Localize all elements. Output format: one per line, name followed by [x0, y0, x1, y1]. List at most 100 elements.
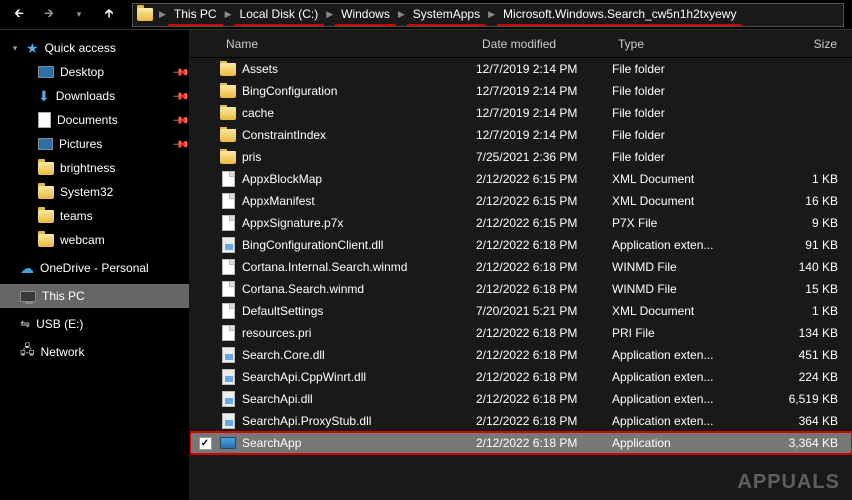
- column-checkbox[interactable]: [190, 30, 220, 57]
- file-name-cell: BingConfiguration: [220, 83, 476, 99]
- file-name: resources.pri: [242, 326, 311, 340]
- pin-icon: 📌: [171, 86, 190, 107]
- dll-icon: [220, 369, 236, 385]
- cloud-icon: ☁: [20, 260, 34, 277]
- file-row[interactable]: Cortana.Search.winmd2/12/2022 6:18 PMWIN…: [190, 278, 852, 300]
- file-icon: [220, 303, 236, 319]
- folder-icon: [38, 162, 54, 175]
- file-row[interactable]: pris7/25/2021 2:36 PMFile folder: [190, 146, 852, 168]
- star-icon: ★: [26, 40, 39, 57]
- documents-icon: [38, 112, 51, 128]
- sidebar-usb[interactable]: ⇋ USB (E:): [0, 312, 189, 336]
- sidebar-item[interactable]: Documents📌: [0, 108, 189, 132]
- file-type: PRI File: [612, 326, 732, 340]
- file-name: DefaultSettings: [242, 304, 323, 318]
- file-row[interactable]: ConstraintIndex12/7/2019 2:14 PMFile fol…: [190, 124, 852, 146]
- breadcrumb-item[interactable]: Local Disk (C:): [234, 4, 325, 26]
- file-type: File folder: [612, 128, 732, 142]
- file-date: 2/12/2022 6:18 PM: [476, 370, 612, 384]
- file-row[interactable]: resources.pri2/12/2022 6:18 PMPRI File13…: [190, 322, 852, 344]
- sidebar-item-label: brightness: [60, 161, 189, 175]
- chevron-right-icon[interactable]: ▶: [157, 9, 168, 20]
- file-type: WINMD File: [612, 282, 732, 296]
- sidebar-onedrive[interactable]: ☁ OneDrive - Personal: [0, 256, 189, 280]
- column-date[interactable]: Date modified: [476, 30, 612, 57]
- file-name-cell: AppxSignature.p7x: [220, 215, 476, 231]
- sidebar-network[interactable]: 🖧 Network: [0, 340, 189, 364]
- downloads-icon: ⬇: [38, 88, 50, 105]
- dll-icon: [220, 413, 236, 429]
- file-row[interactable]: AppxManifest2/12/2022 6:15 PMXML Documen…: [190, 190, 852, 212]
- folder-icon: [38, 210, 54, 223]
- file-row[interactable]: Assets12/7/2019 2:14 PMFile folder: [190, 58, 852, 80]
- chevron-right-icon[interactable]: ▶: [324, 9, 335, 20]
- chevron-right-icon[interactable]: ▶: [223, 9, 234, 20]
- sidebar-item[interactable]: Desktop📌: [0, 60, 189, 84]
- address-box[interactable]: ▶ This PC▶Local Disk (C:)▶Windows▶System…: [132, 3, 844, 27]
- file-date: 2/12/2022 6:18 PM: [476, 282, 612, 296]
- sidebar-this-pc[interactable]: This PC: [0, 284, 189, 308]
- sidebar-label: USB (E:): [36, 317, 189, 331]
- file-name: AppxManifest: [242, 194, 315, 208]
- file-name-cell: cache: [220, 105, 476, 121]
- file-icon: [220, 215, 236, 231]
- sidebar-item[interactable]: Pictures📌: [0, 132, 189, 156]
- file-size: 134 KB: [732, 326, 852, 340]
- up-button[interactable]: 🡱: [98, 4, 120, 26]
- pin-icon: 📌: [171, 110, 190, 131]
- file-date: 2/12/2022 6:18 PM: [476, 260, 612, 274]
- file-type: XML Document: [612, 194, 732, 208]
- breadcrumb-item[interactable]: This PC: [168, 4, 223, 26]
- column-name[interactable]: Name: [220, 30, 476, 57]
- file-date: 12/7/2019 2:14 PM: [476, 128, 612, 142]
- file-date: 2/12/2022 6:18 PM: [476, 238, 612, 252]
- pc-icon: [20, 291, 36, 302]
- forward-button[interactable]: 🡲: [38, 4, 60, 26]
- file-name-cell: Assets: [220, 61, 476, 77]
- network-icon: 🖧: [20, 341, 35, 363]
- file-name: BingConfigurationClient.dll: [242, 238, 383, 252]
- file-icon: [220, 259, 236, 275]
- file-type: Application exten...: [612, 414, 732, 428]
- file-size: 15 KB: [732, 282, 852, 296]
- breadcrumb-item[interactable]: Windows: [335, 4, 396, 26]
- back-button[interactable]: 🡰: [8, 4, 30, 26]
- chevron-right-icon[interactable]: ▶: [396, 9, 407, 20]
- file-row[interactable]: SearchApi.dll2/12/2022 6:18 PMApplicatio…: [190, 388, 852, 410]
- file-date: 2/12/2022 6:15 PM: [476, 216, 612, 230]
- row-checkbox-cell[interactable]: ✓: [190, 437, 220, 450]
- column-type[interactable]: Type: [612, 30, 732, 57]
- file-row[interactable]: ✓SearchApp2/12/2022 6:18 PMApplication3,…: [190, 432, 852, 454]
- chevron-down-icon[interactable]: ▾: [10, 43, 20, 54]
- file-name-cell: resources.pri: [220, 325, 476, 341]
- breadcrumb-item[interactable]: SystemApps: [407, 4, 486, 26]
- column-size[interactable]: Size: [732, 30, 852, 57]
- sidebar-item[interactable]: System32: [0, 180, 189, 204]
- sidebar-item[interactable]: teams: [0, 204, 189, 228]
- file-name-cell: SearchApi.ProxyStub.dll: [220, 413, 476, 429]
- nav-buttons: 🡰 🡲 ▾ 🡱: [0, 4, 128, 26]
- file-row[interactable]: Cortana.Internal.Search.winmd2/12/2022 6…: [190, 256, 852, 278]
- file-row[interactable]: AppxBlockMap2/12/2022 6:15 PMXML Documen…: [190, 168, 852, 190]
- breadcrumb-item[interactable]: Microsoft.Windows.Search_cw5n1h2txyewy: [497, 4, 742, 26]
- file-row[interactable]: DefaultSettings7/20/2021 5:21 PMXML Docu…: [190, 300, 852, 322]
- chevron-right-icon[interactable]: ▶: [486, 9, 497, 20]
- file-row[interactable]: BingConfiguration12/7/2019 2:14 PMFile f…: [190, 80, 852, 102]
- sidebar-item[interactable]: webcam: [0, 228, 189, 252]
- file-name: SearchApi.ProxyStub.dll: [242, 414, 371, 428]
- file-row[interactable]: AppxSignature.p7x2/12/2022 6:15 PMP7X Fi…: [190, 212, 852, 234]
- file-row[interactable]: Search.Core.dll2/12/2022 6:18 PMApplicat…: [190, 344, 852, 366]
- file-row[interactable]: BingConfigurationClient.dll 2/12/2022 6:1…: [190, 234, 852, 256]
- file-name: SearchApi.dll: [242, 392, 313, 406]
- folder-icon: [220, 61, 236, 77]
- sidebar-item[interactable]: brightness: [0, 156, 189, 180]
- file-row[interactable]: SearchApi.ProxyStub.dll2/12/2022 6:18 PM…: [190, 410, 852, 432]
- file-row[interactable]: cache12/7/2019 2:14 PMFile folder: [190, 102, 852, 124]
- checkbox-checked-icon[interactable]: ✓: [199, 437, 212, 450]
- sidebar-item-label: teams: [60, 209, 189, 223]
- sidebar-quick-access[interactable]: ▾ ★ Quick access: [0, 36, 189, 60]
- file-rows: Assets12/7/2019 2:14 PMFile folderBingCo…: [190, 58, 852, 500]
- recent-dropdown[interactable]: ▾: [68, 4, 90, 26]
- sidebar-item[interactable]: ⬇Downloads📌: [0, 84, 189, 108]
- file-row[interactable]: SearchApi.CppWinrt.dll2/12/2022 6:18 PMA…: [190, 366, 852, 388]
